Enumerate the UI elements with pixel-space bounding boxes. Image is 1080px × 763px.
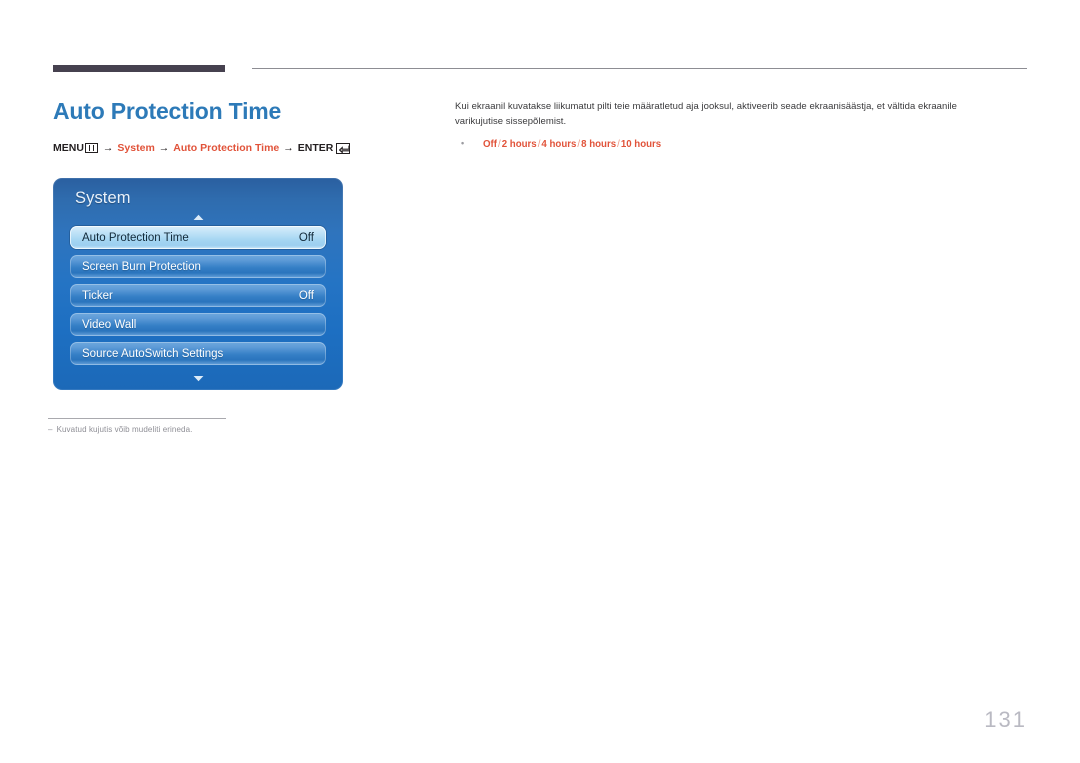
footnote: – Kuvatud kujutis võib mudeliti erineda. bbox=[48, 425, 192, 434]
right-column: Kui ekraanil kuvatakse liikumatut pilti … bbox=[455, 100, 995, 153]
footnote-divider bbox=[48, 418, 226, 419]
osd-system-menu-panel[interactable]: System Auto Protection Time Off Screen B… bbox=[53, 178, 343, 390]
header-rule-thick bbox=[53, 65, 225, 72]
osd-row-screen-burn-protection[interactable]: Screen Burn Protection bbox=[70, 255, 326, 278]
enter-return-icon bbox=[336, 142, 351, 154]
option-list-item: Off/2 hours/4 hours/8 hours/10 hours bbox=[455, 137, 995, 153]
osd-row-label: Video Wall bbox=[82, 318, 137, 331]
option-value-4-hours: 4 hours bbox=[541, 139, 577, 151]
osd-scroll-down-arrow[interactable] bbox=[53, 375, 343, 382]
menu-path-arrow-3: → bbox=[283, 142, 294, 155]
option-list: Off/2 hours/4 hours/8 hours/10 hours bbox=[455, 137, 995, 153]
menu-path-breadcrumb: MENU → System → Auto Protection Time → E… bbox=[53, 142, 413, 154]
menu-grid-icon bbox=[84, 143, 98, 154]
page-title: Auto Protection Time bbox=[53, 98, 282, 124]
osd-scroll-up-arrow[interactable] bbox=[53, 214, 343, 221]
osd-row-source-autoswitch-settings[interactable]: Source AutoSwitch Settings bbox=[70, 342, 326, 365]
menu-path-arrow-2: → bbox=[158, 142, 170, 155]
menu-path-enter-label: ENTER bbox=[297, 142, 334, 155]
osd-row-auto-protection-time[interactable]: Auto Protection Time Off bbox=[70, 226, 326, 249]
page-number: 131 bbox=[984, 707, 1027, 732]
description-paragraph: Kui ekraanil kuvatakse liikumatut pilti … bbox=[455, 101, 957, 127]
menu-path-step-auto-protection-time: Auto Protection Time bbox=[173, 142, 280, 155]
page-root: Auto Protection Time MENU → System → Aut… bbox=[0, 0, 1080, 763]
menu-path-menu-label: MENU bbox=[53, 142, 84, 155]
option-value-10-hours: 10 hours bbox=[620, 139, 662, 151]
option-value-2-hours: 2 hours bbox=[501, 139, 537, 151]
osd-row-label: Screen Burn Protection bbox=[82, 260, 201, 273]
footnote-text: Kuvatud kujutis võib mudeliti erineda. bbox=[56, 425, 193, 434]
footnote-dash: – bbox=[48, 425, 53, 434]
header-rule-thin bbox=[252, 68, 1027, 69]
left-column: Auto Protection Time MENU → System → Aut… bbox=[53, 98, 413, 154]
menu-path-arrow-1: → bbox=[102, 142, 114, 155]
osd-row-value: Off bbox=[298, 231, 314, 244]
osd-row-label: Source AutoSwitch Settings bbox=[82, 347, 224, 360]
osd-row-label: Auto Protection Time bbox=[82, 231, 189, 244]
osd-row-label: Ticker bbox=[82, 289, 113, 302]
osd-menu-list: Auto Protection Time Off Screen Burn Pro… bbox=[70, 226, 326, 371]
osd-row-video-wall[interactable]: Video Wall bbox=[70, 313, 326, 336]
osd-panel-title: System bbox=[75, 189, 131, 207]
osd-row-value: Off bbox=[298, 289, 314, 302]
menu-path-step-system: System bbox=[117, 142, 155, 155]
option-value-8-hours: 8 hours bbox=[581, 139, 617, 151]
option-value-off: Off bbox=[483, 139, 497, 151]
osd-row-ticker[interactable]: Ticker Off bbox=[70, 284, 326, 307]
